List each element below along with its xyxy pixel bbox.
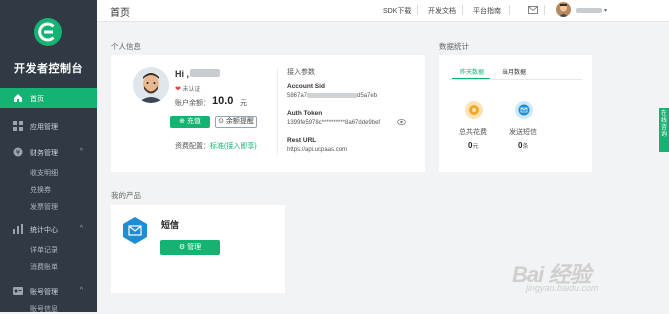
tab-active-indicator [452, 78, 490, 79]
online-consult-button[interactable]: 在线咨询 [659, 108, 669, 152]
user-name-blurred [190, 69, 220, 77]
sidebar-item-label: 统计中心 [30, 227, 58, 234]
sdk-download-link[interactable]: SDK下载 [383, 6, 411, 16]
sidebar-subitem-invoices[interactable]: 发票管理 [30, 202, 58, 212]
plan-config: 资费配置：标准(接入即享) [175, 141, 257, 151]
manage-button[interactable]: ⚙ 管理 [160, 240, 220, 255]
sidebar-subitem-transactions[interactable]: 收支明细 [30, 168, 58, 178]
stats-section-title: 数据统计 [439, 42, 469, 51]
sidebar-item-label: 应用管理 [30, 124, 58, 131]
mail-icon[interactable] [528, 6, 538, 14]
platform-guide-link[interactable]: 平台指南 [473, 6, 501, 16]
sidebar-subitem-account-info[interactable]: 账号信息 [30, 304, 58, 314]
chevron-up-icon: ^ [79, 148, 83, 155]
chevron-up-icon: ^ [79, 287, 83, 294]
stats-card: 昨天数据 当月数据 总共花费 0元 发送短信 0条 [439, 55, 592, 172]
cost-icon [465, 101, 483, 119]
brand-title: 开发者控制台 [14, 63, 83, 75]
avatar [133, 67, 169, 103]
params-title: 接入参数 [287, 69, 315, 76]
sidebar-item-label: 首页 [30, 96, 44, 103]
auth-token-value: 1399fe5978c**********8a67dde9bef [287, 120, 381, 126]
sidebar-subitem-vouchers[interactable]: 兑换券 [30, 185, 51, 195]
heart-icon: ❤ [175, 86, 181, 93]
tab-yesterday[interactable]: 昨天数据 [460, 67, 484, 76]
greeting: Hi , [175, 69, 190, 79]
dev-docs-link[interactable]: 开发文档 [428, 6, 456, 16]
brand-logo-icon [34, 18, 62, 46]
product-name: 短信 [161, 220, 180, 230]
divider [417, 5, 418, 15]
chart-icon [13, 224, 23, 234]
sms-product-icon [123, 217, 147, 244]
recharge-button[interactable]: ⊕ 充值 [170, 116, 210, 128]
sms-sent-unit: 条 [522, 144, 529, 150]
tab-this-month[interactable]: 当月数据 [502, 67, 526, 76]
rest-url-value: https://api.ucpaas.com [287, 147, 348, 153]
divider [509, 5, 510, 15]
sms-sent-label: 发送短信 [509, 129, 537, 136]
account-sid-end: d5a7eb [357, 93, 378, 100]
personal-info-card: Hi , ❤ 未认证 账户余额： 10.0 元 ⊕ 充值 ⊙ 余额提醒 资费配置… [111, 55, 425, 172]
manage-label: 管理 [187, 244, 202, 251]
user-avatar[interactable] [556, 2, 571, 17]
sidebar-item-apps[interactable]: 应用管理 [0, 116, 97, 136]
chevron-up-icon: ^ [79, 225, 83, 232]
balance-label: 账户余额： [175, 100, 210, 107]
plan-label: 资费配置： [175, 143, 210, 150]
home-icon [14, 94, 22, 102]
divider [277, 67, 278, 155]
account-sid-value[interactable]: 5867a7 d5a7eb [287, 93, 377, 99]
product-card-sms: 短信 ⚙ 管理 [111, 205, 285, 293]
sms-icon [515, 101, 533, 119]
verify-status[interactable]: ❤ 未认证 [175, 84, 201, 93]
total-cost-label: 总共花费 [459, 129, 487, 136]
sidebar-item-statistics[interactable]: 统计中心 ^ [0, 219, 97, 239]
account-sid-blurred [307, 93, 358, 98]
recharge-icon: ⊕ [179, 118, 185, 125]
sidebar-item-label: 账号管理 [30, 289, 58, 296]
brand: 开发者控制台 [0, 0, 97, 88]
total-cost-unit: 元 [472, 144, 479, 150]
sidebar-item-finance[interactable]: ¥ 财务管理 ^ [0, 142, 97, 162]
reminder-label: 余额提醒 [225, 118, 254, 125]
personal-section-title: 个人信息 [111, 42, 141, 51]
sidebar-subitem-bills[interactable]: 消费账单 [30, 262, 58, 272]
verify-label: 未认证 [182, 87, 201, 93]
balance-unit: 元 [240, 100, 247, 107]
gear-icon: ⚙ [178, 244, 186, 251]
sidebar: 开发者控制台 首页 应用管理 ¥ 财务管理 ^ 收支明细 兑换券 发票管理 统计… [0, 0, 97, 314]
username[interactable] [576, 8, 602, 13]
page-title: 首页 [110, 8, 130, 19]
sidebar-item-label: 财务管理 [30, 150, 58, 157]
finance-icon: ¥ [13, 147, 23, 157]
caret-down-icon[interactable]: ▾ [604, 7, 607, 14]
recharge-label: 充值 [186, 118, 201, 125]
divider [544, 5, 545, 15]
products-section-title: 我的产品 [111, 191, 141, 200]
balance-value: 10.0 [212, 95, 234, 107]
account-sid-start: 5867a7 [287, 93, 308, 100]
sidebar-item-home[interactable]: 首页 [0, 88, 97, 108]
divider [462, 5, 463, 15]
id-card-icon [13, 287, 23, 295]
account-sid-label: Account Sid [287, 83, 325, 90]
sms-sent-value: 0条 [518, 141, 528, 150]
baidu-watermark-url: jingyan.baidu.com [526, 283, 599, 293]
plan-link[interactable]: 标准(接入即享) [210, 143, 257, 150]
rest-url-label: Rest URL [287, 137, 317, 144]
svg-text:¥: ¥ [16, 149, 21, 157]
total-cost-value: 0元 [468, 141, 478, 150]
sidebar-item-account[interactable]: 账号管理 ^ [0, 281, 97, 301]
top-header: 首页 SDK下载 开发文档 平台指南 ▾ [97, 0, 669, 22]
sidebar-subitem-records[interactable]: 详单记录 [30, 245, 58, 255]
balance-reminder-button[interactable]: ⊙ 余额提醒 [215, 116, 257, 128]
auth-token-label: Auth Token [287, 110, 323, 117]
eye-icon[interactable] [397, 119, 406, 125]
tab-divider [449, 79, 582, 80]
bell-icon: ⊙ [218, 118, 224, 125]
grid-icon [13, 121, 23, 131]
